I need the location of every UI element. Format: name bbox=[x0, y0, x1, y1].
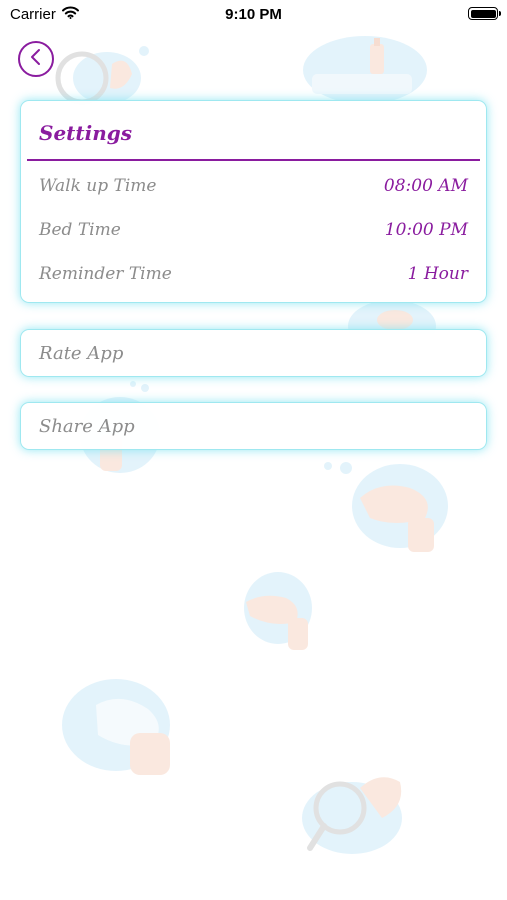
soap-dispenser-illustration bbox=[303, 36, 427, 104]
magnifier-hand-illustration bbox=[302, 777, 402, 854]
settings-divider bbox=[27, 159, 480, 161]
settings-card: Settings Walk up Time 08:00 AM Bed Time … bbox=[20, 100, 487, 303]
chevron-left-icon bbox=[29, 48, 43, 70]
share-app-button[interactable]: Share App bbox=[20, 402, 487, 450]
setting-value: 1 Hour bbox=[407, 264, 468, 284]
setting-row-bed-time[interactable]: Bed Time 10:00 PM bbox=[39, 215, 468, 245]
setting-row-reminder-time[interactable]: Reminder Time 1 Hour bbox=[39, 259, 468, 289]
setting-label: Walk up Time bbox=[39, 176, 157, 196]
setting-label: Reminder Time bbox=[39, 264, 172, 284]
hands-washing-illustration bbox=[62, 679, 170, 775]
back-button[interactable] bbox=[18, 41, 54, 77]
rate-app-label: Rate App bbox=[39, 342, 124, 364]
setting-value: 10:00 PM bbox=[384, 220, 468, 240]
setting-label: Bed Time bbox=[39, 220, 121, 240]
battery-icon bbox=[468, 7, 501, 20]
hands-washing-illustration bbox=[324, 462, 448, 552]
status-time: 9:10 PM bbox=[225, 6, 282, 23]
setting-value: 08:00 AM bbox=[383, 176, 468, 196]
settings-title: Settings bbox=[39, 121, 133, 145]
hands-washing-illustration bbox=[244, 572, 312, 650]
share-app-label: Share App bbox=[39, 415, 135, 437]
status-bar: Carrier 9:10 PM bbox=[0, 0, 507, 30]
bubble-illustration bbox=[139, 46, 149, 56]
battery-level bbox=[470, 9, 496, 18]
rate-app-button[interactable]: Rate App bbox=[20, 329, 487, 377]
setting-row-wake-up-time[interactable]: Walk up Time 08:00 AM bbox=[39, 171, 468, 201]
